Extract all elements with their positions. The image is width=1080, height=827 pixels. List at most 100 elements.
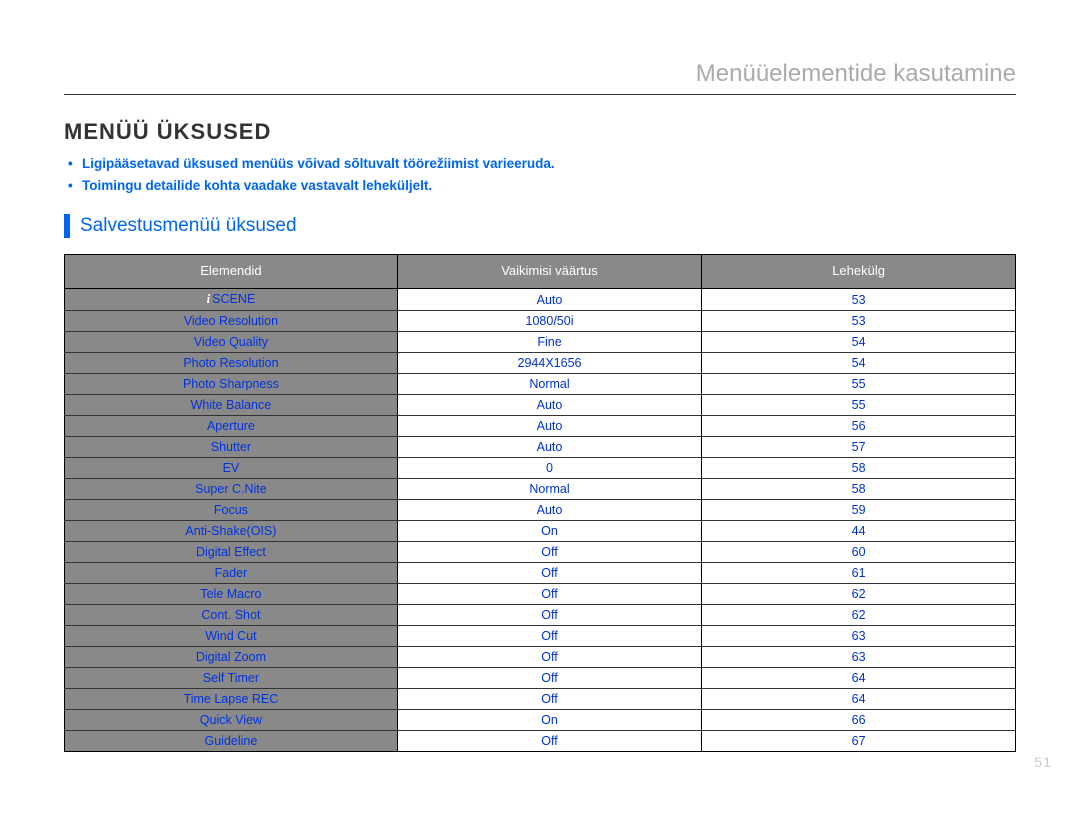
cell-element: Photo Sharpness bbox=[65, 374, 398, 395]
table-row: Self TimerOff64 bbox=[65, 668, 1016, 689]
cell-page: 60 bbox=[702, 542, 1016, 563]
section-heading-row: Salvestusmenüü üksused bbox=[64, 214, 1016, 238]
breadcrumb: Menüüelementide kasutamine bbox=[64, 60, 1016, 88]
cell-element: Tele Macro bbox=[65, 584, 398, 605]
cell-default: Auto bbox=[397, 437, 701, 458]
table-row: Time Lapse RECOff64 bbox=[65, 689, 1016, 710]
cell-page: 54 bbox=[702, 332, 1016, 353]
cell-page: 62 bbox=[702, 584, 1016, 605]
cell-element: Anti-Shake(OIS) bbox=[65, 521, 398, 542]
cell-element: Wind Cut bbox=[65, 626, 398, 647]
page-title: MENÜÜ ÜKSUSED bbox=[64, 119, 1016, 145]
table-row: Tele MacroOff62 bbox=[65, 584, 1016, 605]
cell-default: Off bbox=[397, 626, 701, 647]
scene-mode-icon: i bbox=[207, 292, 210, 306]
table-row: Wind CutOff63 bbox=[65, 626, 1016, 647]
cell-default: Fine bbox=[397, 332, 701, 353]
cell-element: Digital Effect bbox=[65, 542, 398, 563]
cell-element: Cont. Shot bbox=[65, 605, 398, 626]
cell-page: 63 bbox=[702, 626, 1016, 647]
table-row: Photo Resolution2944X165654 bbox=[65, 353, 1016, 374]
col-header-page: Lehekülg bbox=[702, 255, 1016, 289]
table-row: iSCENEAuto53 bbox=[65, 289, 1016, 311]
cell-page: 57 bbox=[702, 437, 1016, 458]
cell-element: Aperture bbox=[65, 416, 398, 437]
col-header-default: Vaikimisi väärtus bbox=[397, 255, 701, 289]
table-row: ShutterAuto57 bbox=[65, 437, 1016, 458]
cell-page: 63 bbox=[702, 647, 1016, 668]
cell-element: Guideline bbox=[65, 731, 398, 752]
page-number: 51 bbox=[1034, 754, 1052, 770]
cell-element: Super C.Nite bbox=[65, 479, 398, 500]
cell-default: Normal bbox=[397, 479, 701, 500]
cell-default: Normal bbox=[397, 374, 701, 395]
cell-default: Auto bbox=[397, 416, 701, 437]
cell-default: Off bbox=[397, 689, 701, 710]
cell-element: Quick View bbox=[65, 710, 398, 731]
cell-page: 66 bbox=[702, 710, 1016, 731]
table-header-row: Elemendid Vaikimisi väärtus Lehekülg bbox=[65, 255, 1016, 289]
cell-default: Off bbox=[397, 668, 701, 689]
cell-element: Video Quality bbox=[65, 332, 398, 353]
cell-default: 1080/50i bbox=[397, 311, 701, 332]
cell-element: Focus bbox=[65, 500, 398, 521]
cell-element-label: SCENE bbox=[212, 292, 255, 306]
cell-default: Off bbox=[397, 605, 701, 626]
info-bullet: Toimingu detailide kohta vaadake vastava… bbox=[68, 175, 1016, 197]
cell-element: iSCENE bbox=[65, 289, 398, 311]
cell-default: Off bbox=[397, 731, 701, 752]
table-row: White BalanceAuto55 bbox=[65, 395, 1016, 416]
cell-element: Time Lapse REC bbox=[65, 689, 398, 710]
cell-default: On bbox=[397, 521, 701, 542]
info-bullet: Ligipääsetavad üksused menüüs võivad sõl… bbox=[68, 153, 1016, 175]
cell-element: Shutter bbox=[65, 437, 398, 458]
table-row: Video QualityFine54 bbox=[65, 332, 1016, 353]
cell-element: EV bbox=[65, 458, 398, 479]
header-divider bbox=[64, 94, 1016, 95]
table-row: Anti-Shake(OIS)On44 bbox=[65, 521, 1016, 542]
cell-element: Fader bbox=[65, 563, 398, 584]
cell-element: Digital Zoom bbox=[65, 647, 398, 668]
cell-page: 53 bbox=[702, 311, 1016, 332]
cell-default: 2944X1656 bbox=[397, 353, 701, 374]
cell-page: 44 bbox=[702, 521, 1016, 542]
cell-page: 53 bbox=[702, 289, 1016, 311]
cell-page: 64 bbox=[702, 689, 1016, 710]
cell-element: Photo Resolution bbox=[65, 353, 398, 374]
cell-page: 54 bbox=[702, 353, 1016, 374]
cell-page: 67 bbox=[702, 731, 1016, 752]
table-row: ApertureAuto56 bbox=[65, 416, 1016, 437]
cell-element: Video Resolution bbox=[65, 311, 398, 332]
cell-page: 56 bbox=[702, 416, 1016, 437]
cell-page: 55 bbox=[702, 374, 1016, 395]
table-row: Video Resolution1080/50i53 bbox=[65, 311, 1016, 332]
cell-element: White Balance bbox=[65, 395, 398, 416]
cell-page: 58 bbox=[702, 458, 1016, 479]
menu-items-table: Elemendid Vaikimisi väärtus Lehekülg iSC… bbox=[64, 254, 1016, 752]
cell-default: 0 bbox=[397, 458, 701, 479]
col-header-element: Elemendid bbox=[65, 255, 398, 289]
table-row: EV058 bbox=[65, 458, 1016, 479]
table-row: Digital ZoomOff63 bbox=[65, 647, 1016, 668]
cell-default: Off bbox=[397, 647, 701, 668]
cell-page: 55 bbox=[702, 395, 1016, 416]
table-row: FocusAuto59 bbox=[65, 500, 1016, 521]
cell-default: Auto bbox=[397, 500, 701, 521]
cell-default: Off bbox=[397, 563, 701, 584]
cell-page: 64 bbox=[702, 668, 1016, 689]
cell-default: Auto bbox=[397, 395, 701, 416]
table-row: FaderOff61 bbox=[65, 563, 1016, 584]
cell-default: Auto bbox=[397, 289, 701, 311]
cell-default: Off bbox=[397, 542, 701, 563]
table-row: Quick ViewOn66 bbox=[65, 710, 1016, 731]
section-accent-bar bbox=[64, 214, 70, 238]
table-row: Digital EffectOff60 bbox=[65, 542, 1016, 563]
cell-default: On bbox=[397, 710, 701, 731]
table-row: Cont. ShotOff62 bbox=[65, 605, 1016, 626]
cell-element: Self Timer bbox=[65, 668, 398, 689]
table-row: GuidelineOff67 bbox=[65, 731, 1016, 752]
section-heading: Salvestusmenüü üksused bbox=[80, 215, 297, 237]
cell-page: 62 bbox=[702, 605, 1016, 626]
cell-page: 59 bbox=[702, 500, 1016, 521]
cell-page: 58 bbox=[702, 479, 1016, 500]
